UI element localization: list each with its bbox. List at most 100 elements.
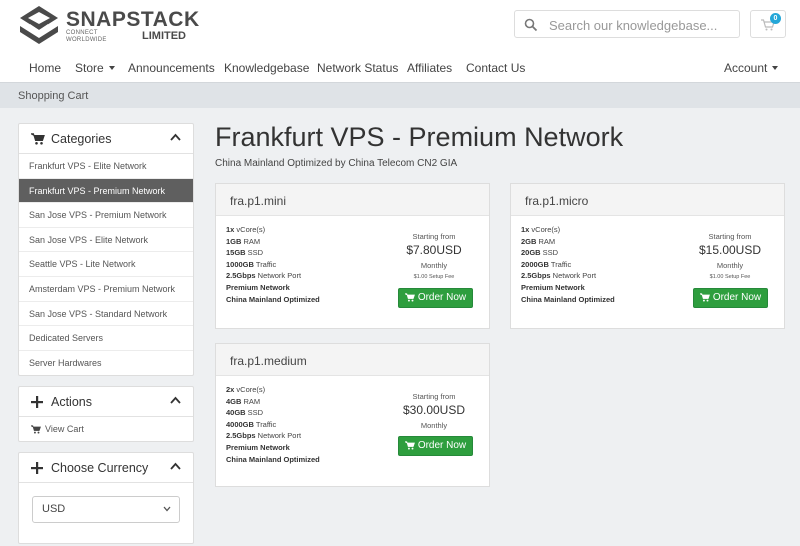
view-cart-label: View Cart <box>45 424 84 434</box>
currency-select[interactable]: USD <box>32 496 180 523</box>
page-subtitle: China Mainland Optimized by China Teleco… <box>215 158 458 169</box>
actions-title: Actions <box>51 395 92 409</box>
feature-item: 2000GB Traffic <box>521 259 572 269</box>
currency-selected-value: USD <box>42 503 66 515</box>
product-name: fra.p1.medium <box>230 354 307 368</box>
actions-panel-header[interactable]: Actions <box>19 387 193 417</box>
sidebar-item-category[interactable]: Server Hardwares <box>19 351 193 376</box>
shopping-cart-icon <box>699 293 710 302</box>
categories-panel: Categories Frankfurt VPS - Elite Network… <box>18 123 194 377</box>
product-pricing: Starting from $15.00USD Monthly $1.00 Se… <box>674 232 786 280</box>
view-cart-link[interactable]: View Cart <box>19 417 193 441</box>
breadcrumb: Shopping Cart <box>0 82 800 108</box>
feature-item: 1x vCore(s) <box>226 225 266 234</box>
product-card: fra.p1.mini 1x vCore(s) 1GB RAM 15GB SSD… <box>215 183 490 329</box>
nav-knowledgebase[interactable]: Knowledgebase <box>224 61 309 75</box>
nav-account[interactable]: Account <box>724 61 779 75</box>
feature-item: 2x vCore(s) <box>226 385 266 394</box>
order-now-button[interactable]: Order Now <box>398 436 473 456</box>
price-starting-label: Starting from <box>412 392 456 401</box>
product-header: fra.p1.micro <box>511 184 784 216</box>
site-header: SNAPSTACK CONNECT WORLDWIDE LIMITED 0 Ho… <box>0 0 800 82</box>
categories-panel-header[interactable]: Categories <box>19 124 193 154</box>
cart-button[interactable]: 0 <box>750 10 786 38</box>
chevron-down-icon <box>108 65 115 70</box>
currency-body: USD <box>19 483 193 543</box>
product-pricing: Starting from $7.80USD Monthly $1.00 Set… <box>378 232 490 280</box>
search-input[interactable] <box>549 15 735 35</box>
breadcrumb-current: Shopping Cart <box>18 90 89 102</box>
billing-cycle: Monthly <box>420 261 448 270</box>
feature-item: 1x vCore(s) <box>521 225 561 234</box>
sidebar-item-category[interactable]: San Jose VPS - Standard Network <box>19 302 193 327</box>
brand-logo[interactable]: SNAPSTACK CONNECT WORLDWIDE LIMITED <box>18 4 199 48</box>
shopping-cart-icon <box>31 133 45 145</box>
product-features: 2x vCore(s) 4GB RAM 40GB SSD 4000GB Traf… <box>226 384 320 465</box>
feature-item: 4000GB Traffic <box>226 419 277 429</box>
brand-tagline: CONNECT WORLDWIDE <box>66 30 107 43</box>
nav-announcements[interactable]: Announcements <box>128 61 215 75</box>
nav-home[interactable]: Home <box>29 61 61 75</box>
feature-item: 20GB SSD <box>521 248 559 258</box>
plus-icon <box>31 396 43 408</box>
sidebar-item-category-active[interactable]: Frankfurt VPS - Premium Network <box>19 178 193 204</box>
setup-fee: $1.00 Setup Fee <box>709 274 751 280</box>
shopping-cart-icon <box>404 293 415 302</box>
setup-fee: $1.00 Setup Fee <box>413 274 455 280</box>
knowledgebase-search <box>514 10 740 38</box>
feature-item: 15GB SSD <box>226 248 264 258</box>
sidebar-item-category[interactable]: Seattle VPS - Lite Network <box>19 252 193 277</box>
feature-item: 1GB RAM <box>226 236 261 246</box>
product-price: $7.80USD <box>406 243 462 257</box>
product-price: $30.00USD <box>402 403 466 417</box>
product-header: fra.p1.medium <box>216 344 489 376</box>
chevron-down-icon <box>772 65 779 70</box>
cart-count-badge: 0 <box>770 13 781 24</box>
chevron-up-icon[interactable] <box>170 462 181 470</box>
search-icon <box>524 18 538 32</box>
currency-panel-header[interactable]: Choose Currency <box>19 453 193 483</box>
plus-icon <box>31 462 43 474</box>
product-name: fra.p1.mini <box>230 194 287 208</box>
shopping-cart-icon <box>31 425 41 434</box>
chevron-up-icon[interactable] <box>170 133 181 141</box>
product-features: 1x vCore(s) 1GB RAM 15GB SSD 1000GB Traf… <box>226 224 320 305</box>
order-now-label: Order Now <box>417 440 467 451</box>
feature-item: China Mainland Optimized <box>521 294 615 304</box>
sidebar-item-category[interactable]: Frankfurt VPS - Elite Network <box>19 154 193 179</box>
chevron-down-icon <box>163 506 171 512</box>
nav-affiliates[interactable]: Affiliates <box>407 61 452 75</box>
brand-suffix: LIMITED <box>142 30 186 42</box>
sidebar-item-category[interactable]: Dedicated Servers <box>19 326 193 351</box>
actions-panel: Actions View Cart <box>18 386 194 442</box>
page-title: Frankfurt VPS - Premium Network <box>215 122 624 152</box>
product-price: $15.00USD <box>698 243 762 257</box>
feature-item: China Mainland Optimized <box>226 454 320 464</box>
feature-item: Premium Network <box>521 282 585 292</box>
currency-panel: Choose Currency USD <box>18 452 194 544</box>
nav-store-label: Store <box>75 61 104 75</box>
product-card: fra.p1.medium 2x vCore(s) 4GB RAM 40GB S… <box>215 343 490 487</box>
feature-item: 4GB RAM <box>226 396 261 406</box>
product-header: fra.p1.mini <box>216 184 489 216</box>
sidebar-item-category[interactable]: San Jose VPS - Elite Network <box>19 228 193 253</box>
nav-contact[interactable]: Contact Us <box>466 61 525 75</box>
billing-cycle: Monthly <box>716 261 744 270</box>
nav-network-status[interactable]: Network Status <box>317 61 398 75</box>
logo-icon <box>20 6 58 44</box>
feature-item: 2.5Gbps Network Port <box>226 431 302 441</box>
order-now-button[interactable]: Order Now <box>693 288 768 308</box>
product-pricing: Starting from $30.00USD Monthly <box>378 392 490 430</box>
product-features: 1x vCore(s) 2GB RAM 20GB SSD 2000GB Traf… <box>521 224 615 305</box>
shopping-cart-icon <box>404 441 415 450</box>
product-card: fra.p1.micro 1x vCore(s) 2GB RAM 20GB SS… <box>510 183 785 329</box>
sidebar-item-category[interactable]: Amsterdam VPS - Premium Network <box>19 277 193 302</box>
feature-item: 1000GB Traffic <box>226 259 277 269</box>
sidebar-item-category[interactable]: San Jose VPS - Premium Network <box>19 203 193 228</box>
chevron-up-icon[interactable] <box>170 396 181 404</box>
order-now-button[interactable]: Order Now <box>398 288 473 308</box>
billing-cycle: Monthly <box>420 421 448 430</box>
nav-store[interactable]: Store <box>75 61 115 75</box>
main-nav: Home Store Announcements Knowledgebase N… <box>0 54 800 82</box>
nav-account-label: Account <box>724 61 768 75</box>
